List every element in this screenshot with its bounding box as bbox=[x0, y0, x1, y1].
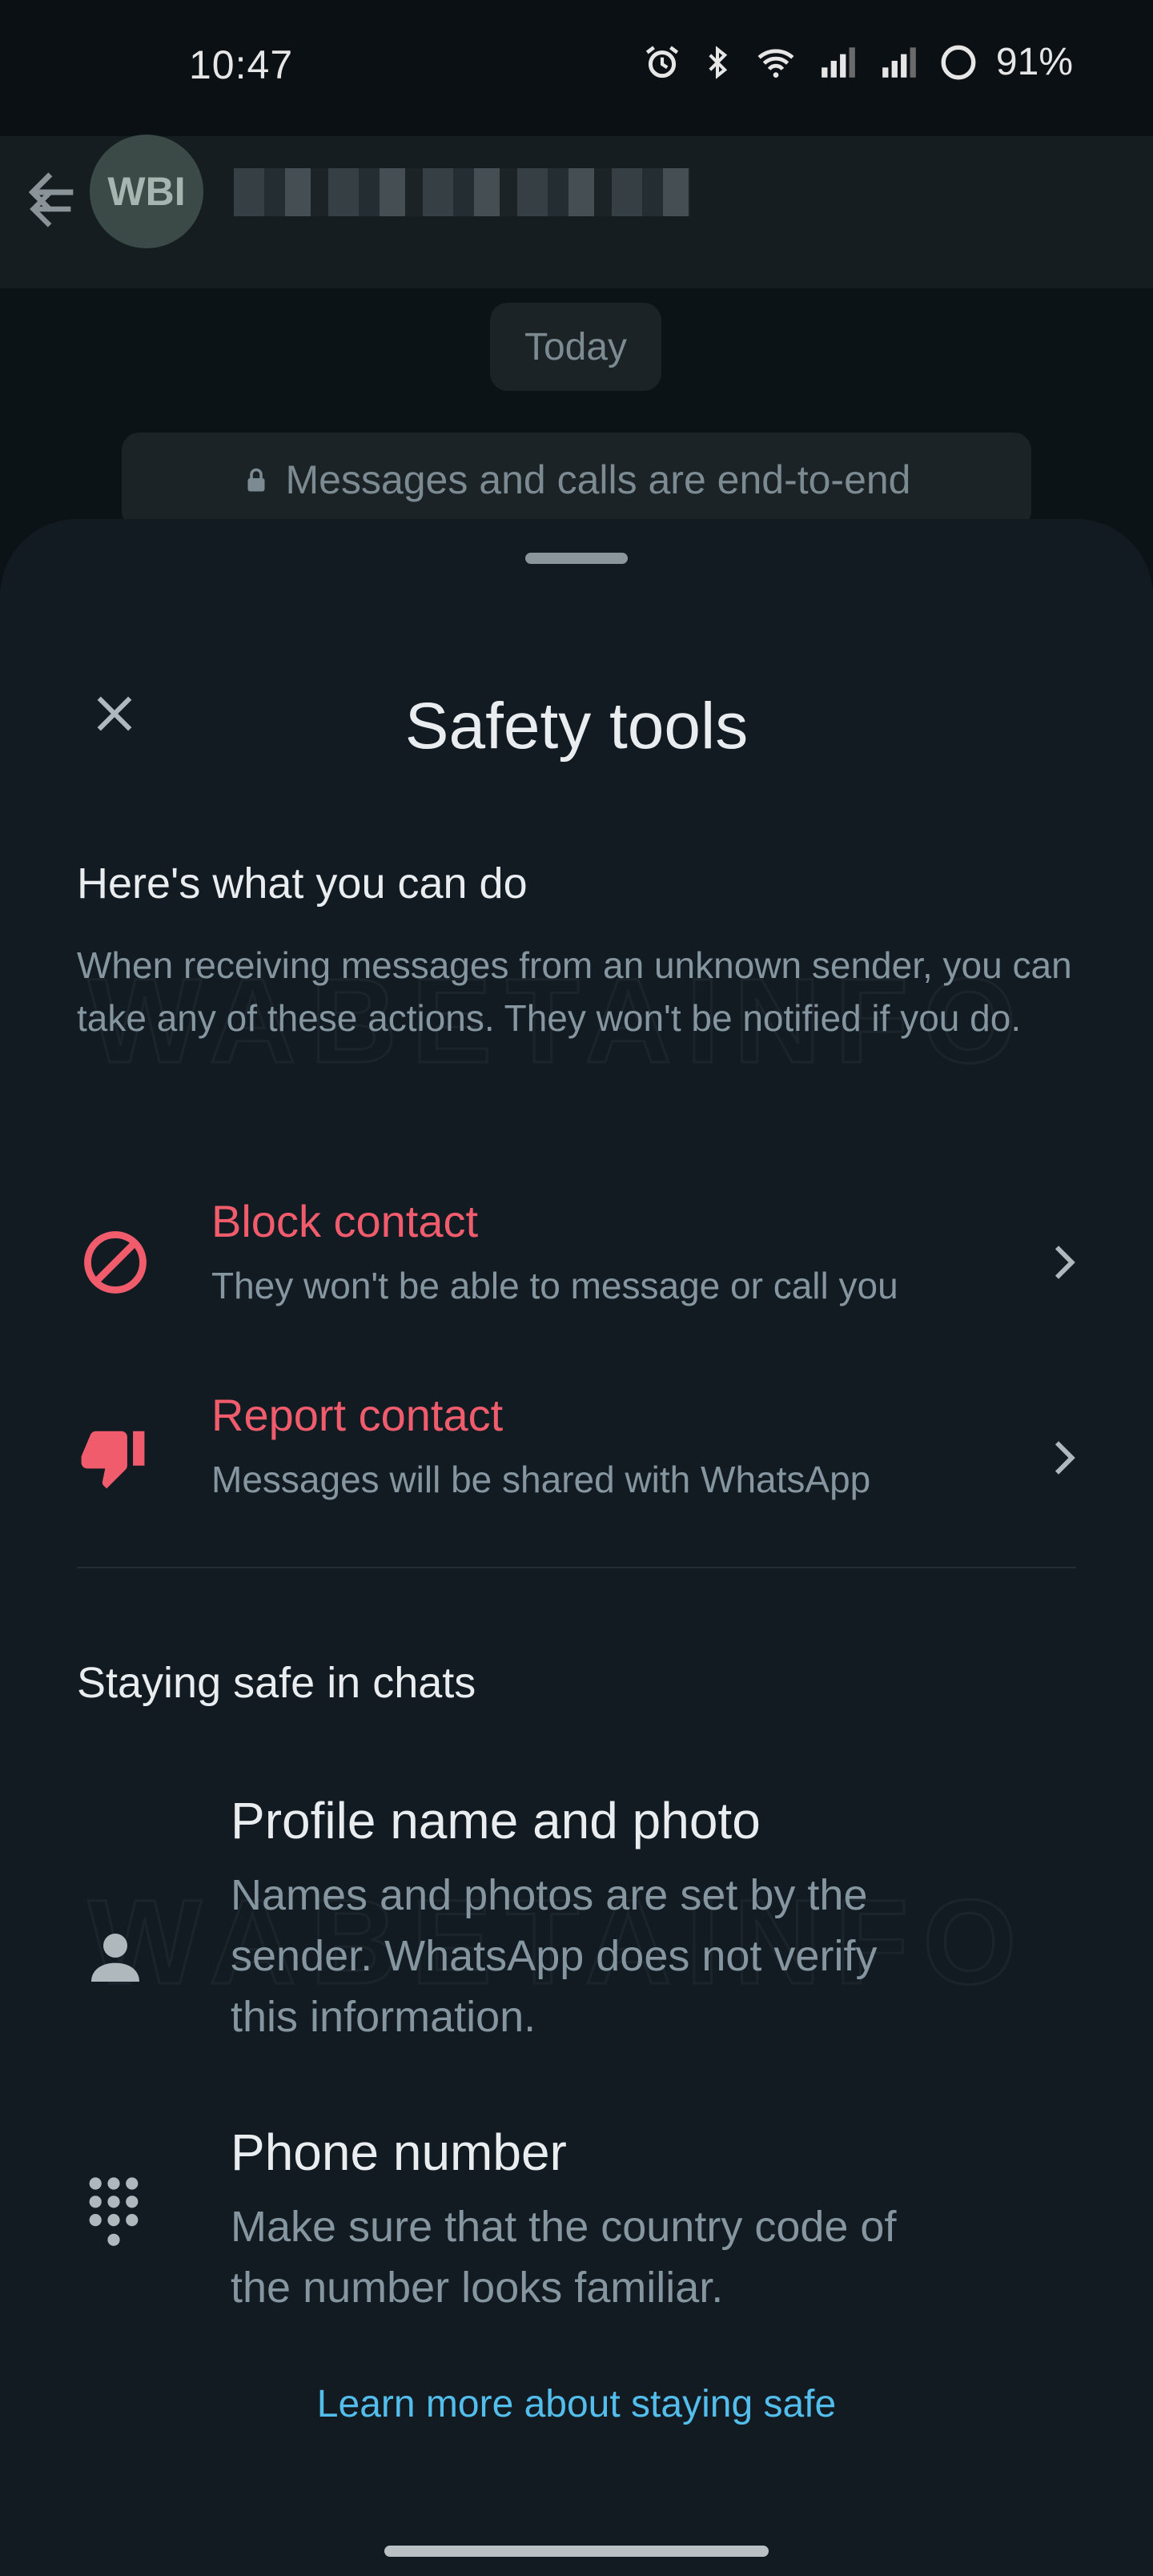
sheet-title: Safety tools bbox=[404, 690, 749, 763]
signal-icon-2 bbox=[882, 46, 916, 78]
tip-body: Make sure that the country code of the n… bbox=[231, 2203, 897, 2312]
status-bar: 10:47 91% bbox=[0, 0, 1153, 136]
contact-avatar[interactable]: WBI bbox=[90, 135, 203, 248]
status-icons: 91% bbox=[642, 40, 1073, 84]
report-contact-title: Report contact bbox=[211, 1390, 504, 1440]
tip-title: Profile name and photo bbox=[231, 1792, 761, 1849]
section-heading-actions: Here's what you can do bbox=[77, 859, 528, 908]
section-heading-safety: Staying safe in chats bbox=[77, 1659, 476, 1707]
section-divider bbox=[77, 1567, 1076, 1568]
battery-ring-icon bbox=[941, 45, 976, 79]
signal-icon-1 bbox=[822, 46, 855, 78]
lock-icon bbox=[247, 468, 265, 492]
alarm-icon bbox=[645, 45, 679, 78]
dialpad-icon bbox=[89, 2177, 139, 2246]
gesture-nav-bar[interactable] bbox=[384, 2546, 769, 2557]
thumbs-down-icon bbox=[81, 1431, 145, 1489]
status-time: 10:47 bbox=[189, 42, 294, 87]
person-icon bbox=[91, 1934, 139, 1982]
report-contact-row[interactable]: Report contact Messages will be shared w… bbox=[0, 1354, 1153, 1538]
bluetooth-icon bbox=[709, 45, 728, 79]
section-description: When receiving messages from an unknown … bbox=[77, 944, 1072, 1039]
back-arrow-icon[interactable] bbox=[22, 160, 83, 224]
tip-body: Names and photos are set by the sender. … bbox=[231, 1871, 878, 2041]
battery-level: 91% bbox=[995, 41, 1073, 83]
encryption-notice-text: Messages and calls are end-to-end bbox=[285, 457, 911, 502]
tip-title: Phone number bbox=[231, 2123, 567, 2181]
learn-more-link[interactable]: Learn more about staying safe bbox=[0, 2382, 1153, 2426]
safety-tools-sheet: WABETAINFO WABETAINFO Safety tools Here'… bbox=[0, 519, 1153, 2576]
block-icon bbox=[84, 1231, 147, 1294]
chevron-right-icon bbox=[1055, 1441, 1075, 1475]
report-contact-subtitle: Messages will be shared with WhatsApp bbox=[211, 1459, 871, 1500]
block-contact-subtitle: They won't be able to message or call yo… bbox=[211, 1265, 898, 1306]
contact-name-pixelated[interactable] bbox=[234, 168, 690, 216]
wifi-icon bbox=[757, 48, 794, 78]
sheet-drag-handle[interactable] bbox=[525, 553, 628, 564]
date-chip: Today bbox=[490, 303, 661, 391]
block-contact-title: Block contact bbox=[211, 1196, 479, 1246]
block-contact-row[interactable]: Block contact They won't be able to mess… bbox=[0, 1158, 1153, 1342]
chevron-right-icon bbox=[1055, 1246, 1075, 1279]
encryption-notice[interactable]: Messages and calls are end-to-end bbox=[122, 433, 1031, 529]
